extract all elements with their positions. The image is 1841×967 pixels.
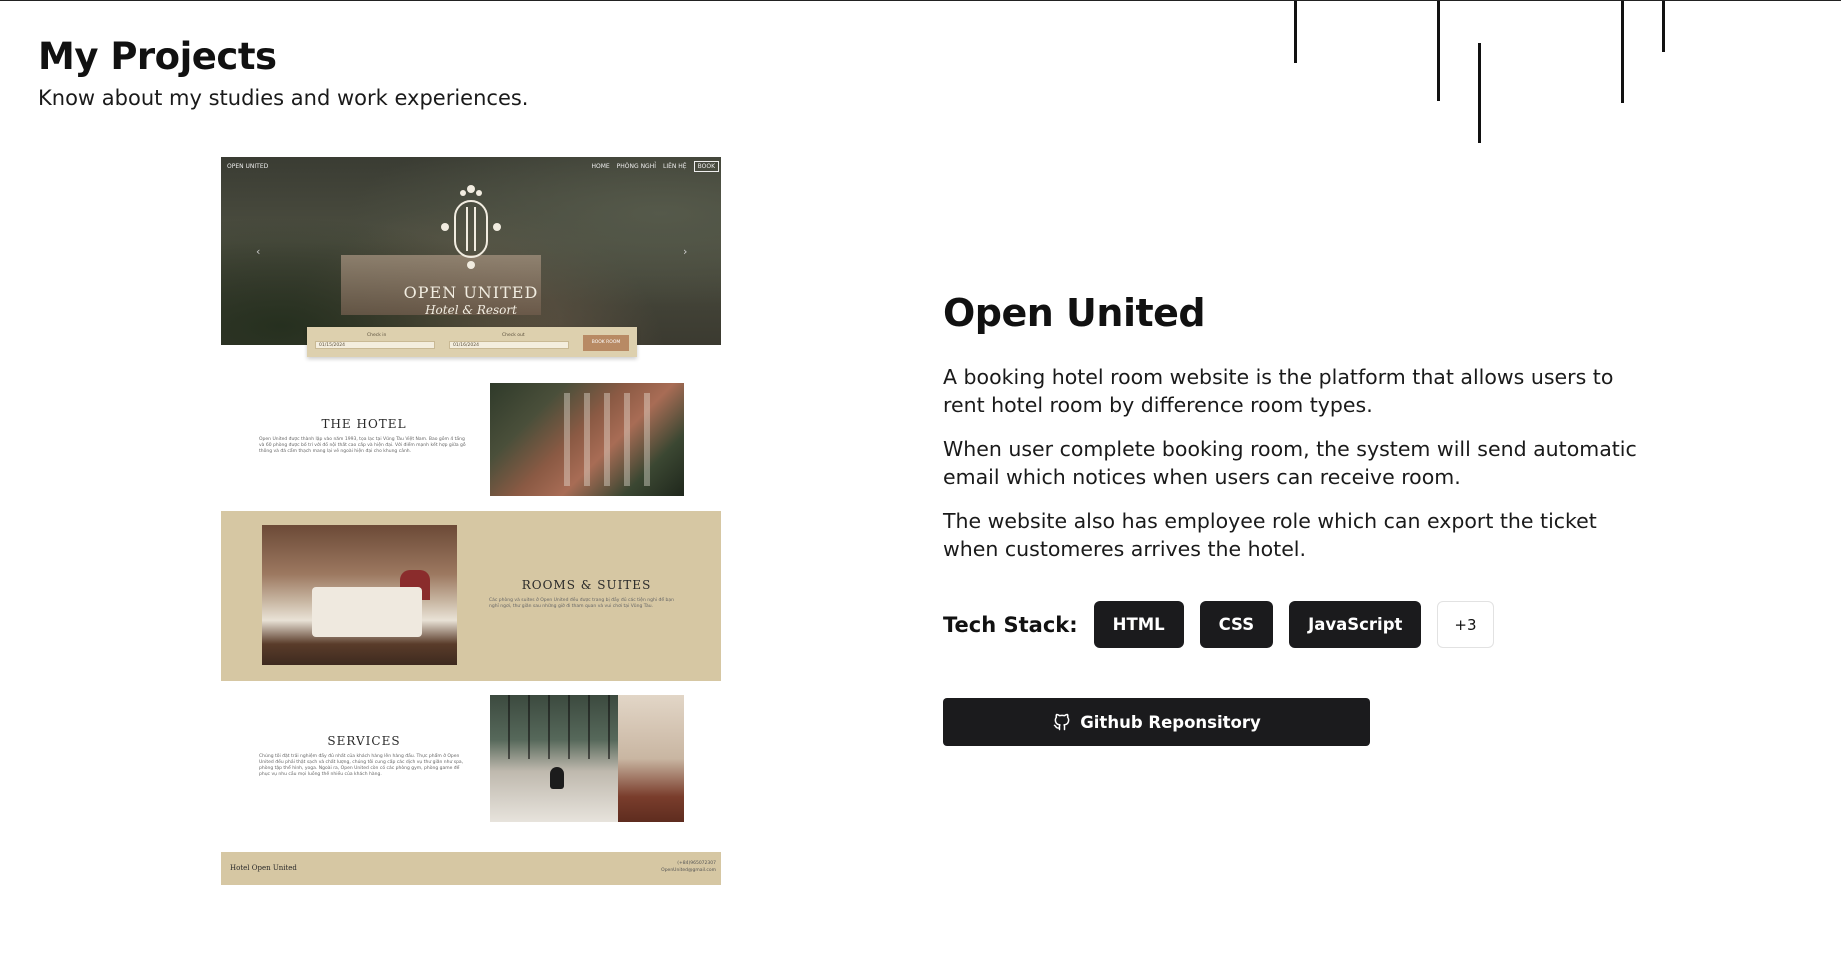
decor-line (1621, 1, 1624, 103)
preview-logo-icon (441, 185, 501, 269)
preview-rooms-text: Các phòng và suites ở Open United đều đư… (489, 598, 674, 609)
preview-footer-name: Hotel Open United (230, 864, 297, 872)
preview-hero: OPEN UNITED HOME PHÒNG NGHỈ LIÊN HỆ BOOK… (221, 157, 721, 345)
preview-nav: OPEN UNITED HOME PHÒNG NGHỈ LIÊN HỆ BOOK (227, 161, 719, 173)
decor-line (1662, 1, 1665, 52)
preview-footer-email: OpenUnited@gmail.com (661, 868, 716, 873)
preview-footer-phone: (+84)965072307 (677, 861, 716, 866)
preview-book-button: BOOK ROOM (583, 335, 629, 351)
project-description: The website also has employee role which… (943, 509, 1597, 561)
github-icon (1053, 713, 1070, 731)
preview-door-photo (618, 695, 684, 822)
preview-services-heading: SERVICES (327, 734, 401, 748)
preview-chevron-right-icon: › (683, 245, 688, 258)
project-preview-image[interactable]: OPEN UNITED HOME PHÒNG NGHỈ LIÊN HỆ BOOK… (221, 157, 721, 885)
preview-brand: OPEN UNITED (227, 163, 269, 170)
github-repository-button[interactable]: Github Reponsitory (943, 698, 1370, 746)
preview-hero-title: OPEN UNITED (403, 283, 539, 302)
github-button-label: Github Reponsitory (1080, 712, 1261, 732)
preview-checkout-field: 01/16/2024 (449, 341, 569, 349)
section-title: My Projects (38, 35, 277, 78)
section-subtitle: Know about my studies and work experienc… (38, 86, 529, 110)
preview-hotel-heading: THE HOTEL (321, 417, 407, 431)
preview-services-text: Chúng tôi đặt trải nghiệm đầy đủ nhất củ… (259, 754, 464, 777)
tech-stack: Tech Stack: HTML CSS JavaScript +3 (943, 601, 1510, 648)
project-description: A booking hotel room website is the plat… (943, 365, 1614, 417)
preview-hotel-photo (490, 383, 684, 496)
tech-stack-label: Tech Stack: (943, 612, 1078, 637)
preview-nav-link: PHÒNG NGHỈ (616, 163, 656, 170)
preview-footer: Hotel Open United (+84)965072307 OpenUni… (221, 852, 721, 885)
preview-hotel-text: Open United được thành lập vào năm 1993,… (259, 437, 466, 454)
project-description: When user complete booking room, the sys… (943, 437, 1637, 489)
project-title: Open United (943, 291, 1206, 335)
tech-more-button[interactable]: +3 (1437, 601, 1494, 648)
decor-line (1437, 1, 1440, 101)
project-details: Open United A booking hotel room website… (943, 291, 1643, 563)
preview-booking-bar: Check in 01/15/2024 Check out 01/16/2024… (307, 327, 637, 357)
decor-line (1294, 1, 1297, 63)
preview-nav-link: LIÊN HỆ (663, 163, 687, 170)
preview-checkout-label: Check out (502, 333, 525, 338)
preview-nav-book: BOOK (693, 161, 719, 172)
preview-checkin-field: 01/15/2024 (315, 341, 435, 349)
tech-chip-html: HTML (1093, 601, 1184, 648)
preview-yoga-photo (490, 695, 618, 822)
decor-line (1478, 43, 1481, 143)
section-heading: My Projects Know about my studies and wo… (38, 35, 528, 110)
preview-checkin-label: Check in (367, 333, 387, 338)
preview-rooms-heading: ROOMS & SUITES (521, 578, 652, 592)
preview-nav-link: HOME (591, 163, 610, 170)
preview-room-photo (262, 525, 457, 665)
preview-chevron-left-icon: ‹ (256, 245, 261, 258)
tech-chip-css: CSS (1199, 601, 1274, 648)
preview-hero-subtitle: Hotel & Resort (425, 303, 517, 317)
tech-chip-javascript: JavaScript (1289, 601, 1422, 648)
